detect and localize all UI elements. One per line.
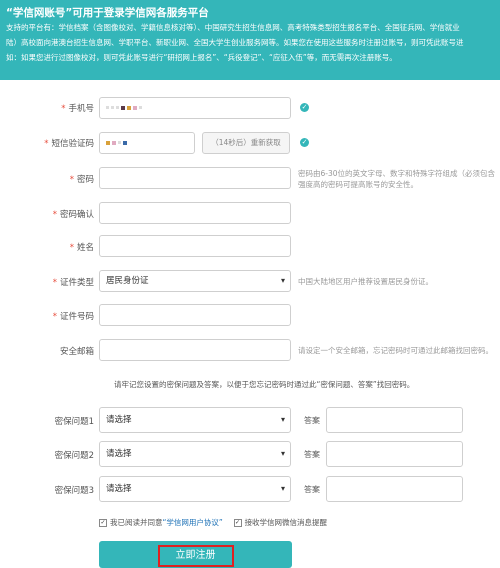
required-mark: * [44, 139, 49, 149]
answer-3-input[interactable] [326, 476, 463, 502]
question-2-select[interactable]: 请选择 [99, 441, 291, 467]
required-mark: * [69, 243, 74, 253]
name-input[interactable] [99, 235, 291, 257]
agree-label: 我已阅读并同意 [110, 518, 163, 527]
question-1-select[interactable]: 请选择 [99, 407, 291, 433]
idtype-label: * 证件类型 [52, 278, 94, 288]
required-mark: * [52, 210, 57, 220]
check-icon: ✓ [300, 138, 309, 147]
banner-line: 支持的平台有：学信档案（含图像校对、学籍信息核对等）、中国研究生招生信息网、高考… [6, 23, 460, 32]
agree-checkbox[interactable]: ✓ [99, 519, 107, 527]
confirm-password-input[interactable] [99, 202, 291, 224]
banner-line: 陆）高校面向港澳台招生信息网、学职平台、新职业网、全国大学生创业服务网等。如果您… [6, 38, 464, 47]
idnum-input[interactable] [99, 304, 291, 326]
email-label: 安全邮箱 [59, 347, 94, 357]
required-mark: * [52, 312, 57, 322]
banner-line: 如：如果您进行过图像校对，则可凭此账号进行“研招网上报名”、“兵役登记”、“应征… [6, 53, 397, 62]
check-icon: ✓ [300, 103, 309, 112]
password-hint: 密码由6-30位的英文字母、数字和特殊字符组成（必须包含 强度高的密码可提高账号… [298, 169, 496, 189]
security-question-note: 请牢记您设置的密保问题及答案，以便于您忘记密码时通过此“密保问题、答案”找回密码… [114, 380, 415, 389]
question-label: 密保问题1 [54, 417, 94, 427]
answer-label: 答案 [304, 485, 320, 494]
phone-input[interactable] [99, 97, 291, 119]
answer-1-input[interactable] [326, 407, 463, 433]
resend-button[interactable]: （14秒后）重新获取 [202, 132, 290, 154]
answer-2-input[interactable] [326, 441, 463, 467]
register-button-label: 立即注册 [157, 545, 234, 567]
user-agreement-link[interactable]: “学信网用户协议” [163, 518, 223, 527]
confirm-label: * 密码确认 [52, 210, 94, 220]
phone-label: * 手机号 [61, 104, 94, 114]
answer-label: 答案 [304, 450, 320, 459]
email-hint: 请设定一个安全邮箱，忘记密码时可通过此邮箱找回密码。 [298, 346, 493, 355]
banner-title: “学信网账号”可用于登录学信网各服务平台 [6, 7, 209, 19]
wechat-checkbox[interactable]: ✓ [233, 519, 242, 527]
masked-value [106, 98, 144, 118]
required-mark: * [61, 104, 66, 114]
idnum-label: * 证件号码 [52, 312, 94, 322]
required-mark: * [69, 175, 74, 185]
wechat-label: 接收学信网微信消息提醒 [244, 518, 328, 527]
answer-label: 答案 [304, 416, 320, 425]
password-label: * 密码 [69, 175, 94, 185]
sms-label: * 短信验证码 [44, 139, 94, 149]
masked-value [106, 133, 129, 153]
password-input[interactable] [99, 167, 291, 189]
question-label: 密保问题3 [54, 486, 94, 496]
sms-input[interactable] [99, 132, 195, 154]
agreement-row: ✓ 我已阅读并同意“学信网用户协议” ✓ 接收学信网微信消息提醒 [99, 517, 327, 528]
question-3-select[interactable]: 请选择 [99, 476, 291, 502]
question-label: 密保问题2 [54, 451, 94, 461]
info-banner: “学信网账号”可用于登录学信网各服务平台 支持的平台有：学信档案（含图像校对、学… [0, 0, 500, 80]
register-button[interactable]: 立即注册 [99, 541, 292, 568]
idtype-select[interactable]: 居民身份证 [99, 270, 291, 292]
name-label: * 姓名 [69, 243, 94, 253]
required-mark: * [52, 278, 57, 288]
idtype-hint: 中国大陆地区用户推荐设置居民身份证。 [298, 277, 433, 286]
email-input[interactable] [99, 339, 291, 361]
